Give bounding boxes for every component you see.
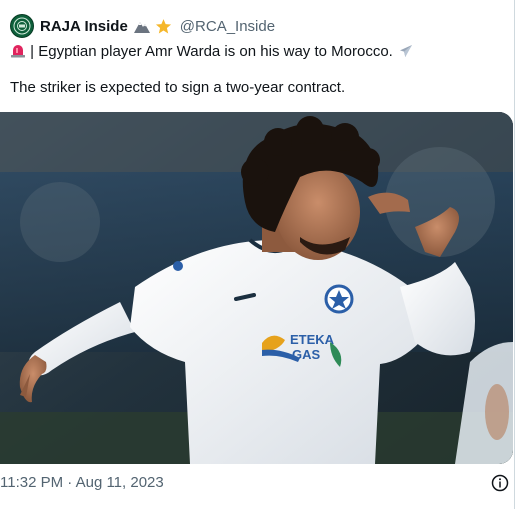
shirt-sponsor-top: ETEKA xyxy=(290,332,335,347)
tweet-header: RAJA Inside @RCA_Inside xyxy=(10,14,275,38)
airplane-icon xyxy=(400,45,412,57)
football-player-photo: ETEKA GAS xyxy=(0,112,513,464)
tweet-card: RAJA Inside @RCA_Inside | Egyptian playe… xyxy=(0,0,515,509)
tweet-text-line-1: | Egyptian player Amr Warda is on his wa… xyxy=(30,43,393,60)
star-emoji-icon xyxy=(155,18,172,35)
tweet-text-line-2: The striker is expected to sign a two-ye… xyxy=(10,79,346,96)
user-handle[interactable]: @RCA_Inside xyxy=(180,18,275,35)
tweet-timestamp[interactable]: 11:32 PM · Aug 11, 2023 xyxy=(0,474,164,491)
raja-crest-icon xyxy=(13,17,31,35)
avatar[interactable] xyxy=(10,14,34,38)
shirt-sponsor-bottom: GAS xyxy=(292,347,321,362)
siren-icon xyxy=(11,45,25,58)
tweet-photo[interactable]: ETEKA GAS xyxy=(0,112,513,464)
display-name[interactable]: RAJA Inside xyxy=(40,18,128,35)
mountain-emoji-icon xyxy=(133,18,151,34)
tweet-body: | Egyptian player Amr Warda is on his wa… xyxy=(10,42,500,98)
info-icon[interactable] xyxy=(491,474,509,492)
